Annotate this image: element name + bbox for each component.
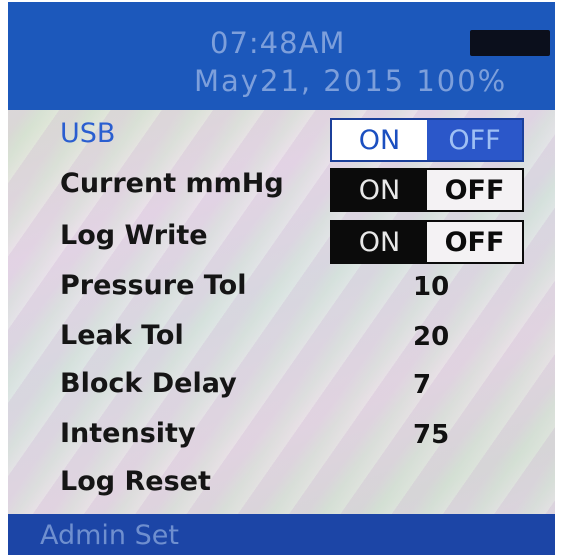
intensity-value: 75: [413, 420, 450, 450]
current-mmhg-toggle[interactable]: ON OFF: [330, 168, 524, 212]
log-write-on-option[interactable]: ON: [332, 222, 427, 262]
log-write-off-option[interactable]: OFF: [427, 222, 522, 262]
current-mmhg-on-option[interactable]: ON: [332, 170, 427, 210]
menu-item-log-write[interactable]: Log Write: [60, 220, 208, 251]
menu-item-leak-tol[interactable]: Leak Tol: [60, 320, 184, 351]
pressure-tol-value: 10: [413, 272, 450, 302]
date-battery-line: May21, 2015 100%: [194, 64, 507, 98]
leak-tol-value: 20: [413, 322, 450, 352]
menu-item-usb[interactable]: USB: [60, 118, 115, 149]
menu-item-log-reset[interactable]: Log Reset: [60, 466, 211, 497]
footer-bar: Admin Set: [8, 514, 555, 555]
menu-item-block-delay[interactable]: Block Delay: [60, 368, 237, 399]
date-text: May21, 2015: [194, 64, 406, 98]
device-screen: 07:48AM May21, 2015 100% USB ON OFF Curr…: [8, 2, 555, 555]
menu-item-pressure-tol[interactable]: Pressure Tol: [60, 270, 246, 301]
battery-icon: [470, 30, 550, 56]
log-write-toggle[interactable]: ON OFF: [330, 220, 524, 264]
clock-time: 07:48AM: [210, 26, 346, 60]
battery-percent: 100%: [416, 64, 508, 98]
footer-title: Admin Set: [40, 520, 179, 551]
usb-toggle[interactable]: ON OFF: [330, 118, 524, 162]
block-delay-value: 7: [413, 370, 432, 400]
menu-item-current-mmhg[interactable]: Current mmHg: [60, 168, 284, 199]
usb-on-option[interactable]: ON: [332, 120, 427, 160]
current-mmhg-off-option[interactable]: OFF: [427, 170, 522, 210]
menu-item-intensity[interactable]: Intensity: [60, 418, 196, 449]
status-header: 07:48AM May21, 2015 100%: [8, 2, 555, 110]
usb-off-option[interactable]: OFF: [427, 120, 522, 160]
